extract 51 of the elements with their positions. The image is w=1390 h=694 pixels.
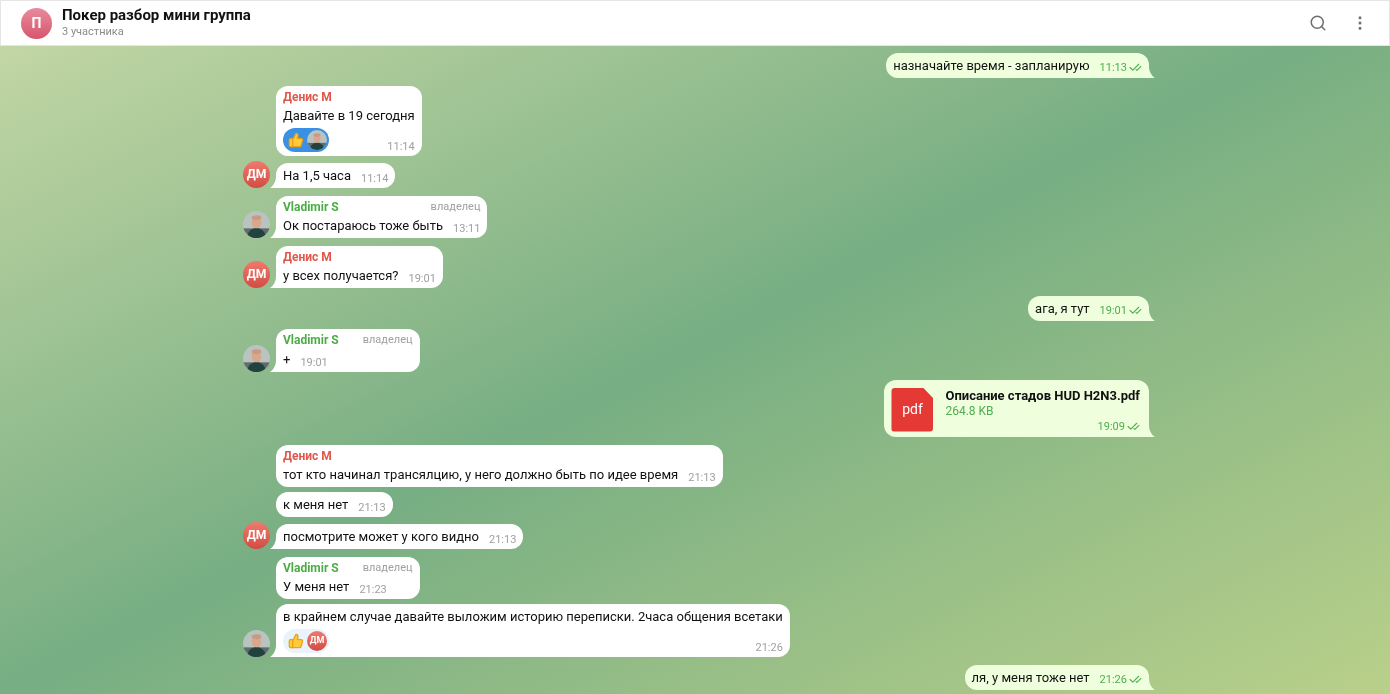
- message-text: +: [283, 350, 291, 369]
- message-text: У меня нет: [283, 578, 350, 596]
- role-label: владелец: [362, 559, 413, 576]
- role-label: владелец: [430, 198, 481, 215]
- sender-name[interactable]: Vladimir S: [283, 332, 339, 349]
- user-avatar[interactable]: ДМ: [243, 261, 270, 288]
- message-text: Ок постараюсь тоже быть: [283, 217, 444, 235]
- message-time: 21:13: [688, 471, 716, 483]
- message-text: в крайнем случае давайте выложим историю переписки. 2часа общения всетаки: [283, 608, 783, 626]
- message-time: 11:14: [387, 140, 415, 152]
- message-time: 19:01: [408, 273, 436, 284]
- message-time: 19:09: [1097, 420, 1125, 432]
- sender-name[interactable]: Денис М: [283, 88, 332, 105]
- group-avatar[interactable]: П: [21, 7, 52, 39]
- message-text: у всех получается?: [283, 267, 399, 285]
- message-time: 21:23: [359, 584, 387, 595]
- role-label: владелец: [362, 332, 413, 348]
- message-time: 21:13: [488, 533, 517, 545]
- message-time: 11:14: [361, 172, 389, 184]
- message-text: На 1,5 часа: [283, 166, 351, 185]
- member-count: 3 участника: [62, 24, 125, 40]
- message-text: тот кто начинал трансялцию, у него должно быть по идее время: [283, 465, 679, 484]
- reaction-chip[interactable]: ДМ: [283, 629, 329, 653]
- message-time: 21:26: [1099, 674, 1127, 685]
- thumbs-up-icon: [288, 633, 304, 649]
- message-time: 21:13: [358, 501, 386, 513]
- chat-title[interactable]: Покер разбор мини группа: [62, 6, 1299, 24]
- user-avatar[interactable]: ДМ: [243, 521, 270, 549]
- user-avatar[interactable]: ДМ: [243, 160, 270, 188]
- sender-name[interactable]: Vladimir S: [283, 198, 339, 215]
- pdf-file-icon[interactable]: pdf: [891, 387, 934, 432]
- message-time: 21:26: [755, 642, 783, 653]
- message-text: назначайте время - запланирую: [893, 56, 1090, 75]
- message-text: Давайте в 19 сегодня: [283, 106, 415, 125]
- message-text: посмотрите может у кого видно: [283, 527, 479, 546]
- thumbs-up-icon: [288, 131, 304, 148]
- sender-name[interactable]: Денис М: [283, 249, 332, 265]
- message-time: 19:01: [1099, 305, 1127, 316]
- sender-name[interactable]: Денис М: [283, 447, 332, 464]
- user-avatar[interactable]: ДМ: [307, 631, 327, 651]
- file-size: 264.8 KB: [945, 403, 995, 419]
- reaction-chip[interactable]: [283, 127, 329, 152]
- search-icon[interactable]: [1309, 14, 1327, 32]
- message-time: 11:13: [1099, 61, 1127, 73]
- message-text: к меня нет: [283, 495, 349, 514]
- message-time: 13:11: [453, 223, 481, 234]
- sender-name[interactable]: Vladimir S: [283, 559, 339, 576]
- message-text: ага, я тут: [1035, 300, 1090, 318]
- file-name[interactable]: Описание стадов HUD H2N3.pdf: [945, 386, 1140, 404]
- message-text: ля, у меня тоже нет: [971, 669, 1090, 687]
- message-time: 19:01: [300, 356, 328, 368]
